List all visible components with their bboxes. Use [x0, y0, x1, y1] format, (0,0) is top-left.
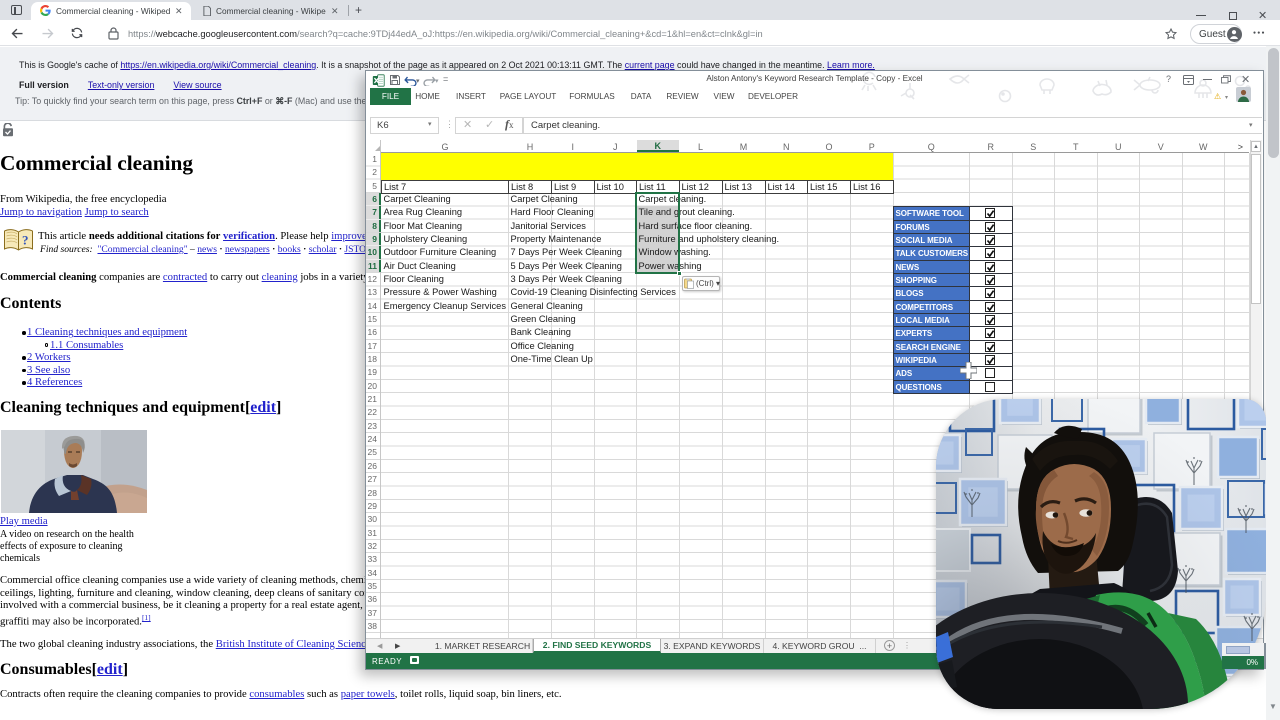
svg-text:?: ? — [22, 233, 29, 248]
